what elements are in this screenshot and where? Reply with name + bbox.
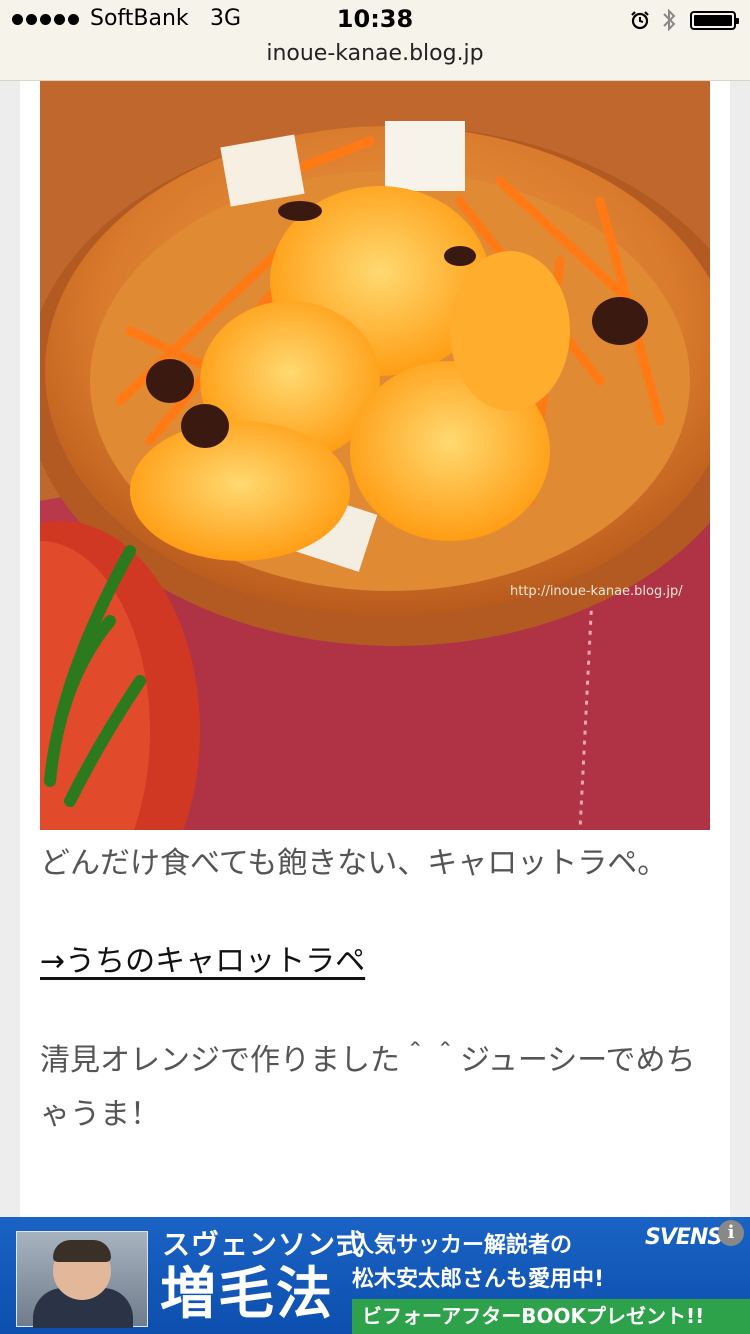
ad-text-line-2: 松木安太郎さんも愛用中! [352,1267,605,1292]
ad-person-photo [16,1231,148,1328]
blog-post-card: http://inoue-kanae.blog.jp/ どんだけ食べても飽きない… [20,81,730,1217]
ad-info-icon[interactable]: i [718,1220,744,1246]
image-watermark: http://inoue-kanae.blog.jp/ [510,584,683,599]
post-caption: どんだけ食べても飽きない、キャロットラペ。 [40,846,668,881]
ad-title-large: 増毛法 [160,1262,334,1327]
post-body-text: 清見オレンジで作りました＾＾ジューシーでめちゃうま！ [40,1043,696,1132]
ad-title-small: スヴェンソン式 [162,1228,366,1261]
status-bar: SoftBank 3G 10:38 [0,0,750,40]
ad-text-line-1: 人気サッカー解説者の [352,1233,573,1258]
battery-icon [690,11,739,30]
bluetooth-icon [663,8,676,32]
url-bar[interactable]: inoue-kanae.blog.jp [0,41,750,66]
carrot-rapee-link[interactable]: →うちのキャロットラペ [40,937,365,987]
ad-banner[interactable]: スヴェンソン式 増毛法 人気サッカー解説者の 松木安太郎さんも愛用中! SVEN… [0,1217,750,1334]
carrot-salad-photo: http://inoue-kanae.blog.jp/ [40,81,710,830]
alarm-icon [631,11,649,30]
browser-top-bar: SoftBank 3G 10:38 inoue-kanae.blog.jp [0,0,750,81]
ad-cta-button[interactable]: ビフォーアフターBOOKプレゼント!! [352,1299,750,1334]
